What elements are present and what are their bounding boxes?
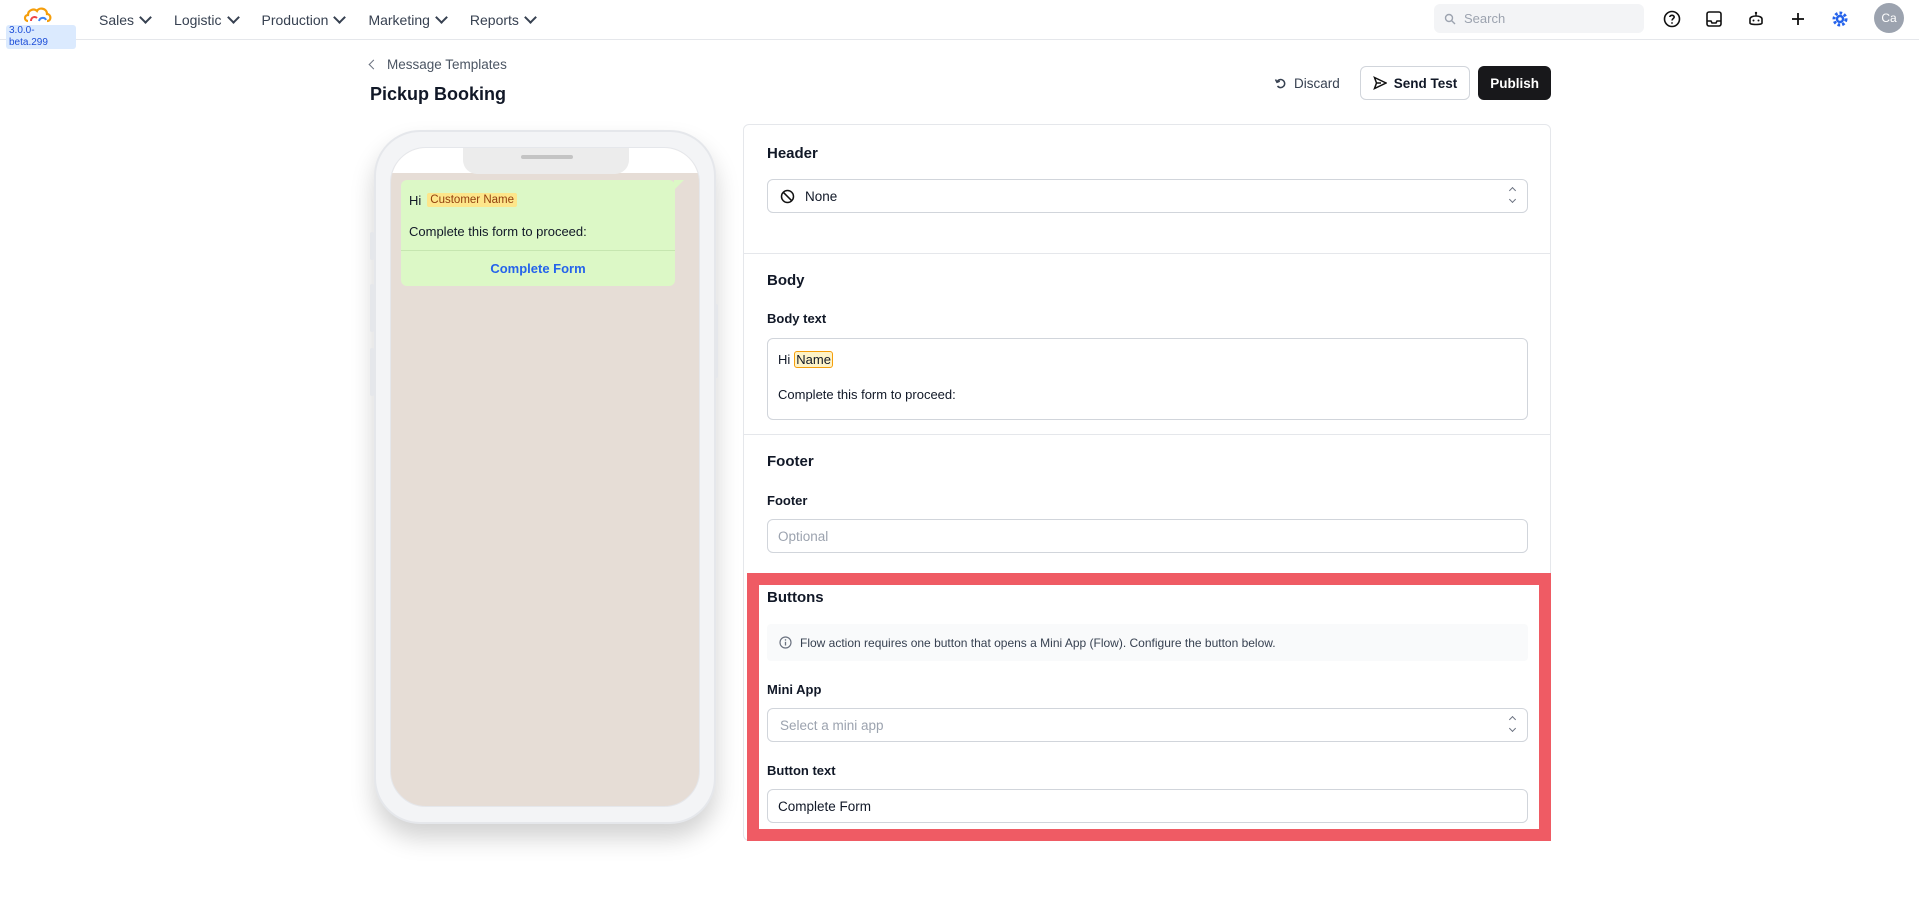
undo-icon bbox=[1274, 78, 1286, 88]
chevron-down-icon bbox=[333, 11, 347, 24]
nav-label: Logistic bbox=[174, 12, 222, 28]
version-badge: 3.0.0-beta.299 bbox=[6, 25, 76, 49]
body-text-label: Body text bbox=[767, 311, 827, 326]
search-placeholder: Search bbox=[1464, 11, 1506, 26]
nav-label: Reports bbox=[469, 12, 519, 28]
publish-button[interactable]: Publish bbox=[1478, 66, 1551, 100]
select-chevrons-icon bbox=[1508, 186, 1517, 204]
header-actions: Discard Send Test Publish bbox=[1262, 66, 1551, 100]
section-divider bbox=[744, 253, 1550, 254]
nav-logistic[interactable]: Logistic bbox=[162, 0, 249, 40]
mini-app-placeholder: Select a mini app bbox=[780, 717, 884, 733]
app-logo[interactable]: 3.0.0-beta.299 bbox=[0, 0, 76, 49]
phone-side-button bbox=[370, 232, 374, 260]
settings-icon[interactable] bbox=[1829, 8, 1851, 30]
discard-label: Discard bbox=[1293, 75, 1340, 91]
select-chevrons-icon bbox=[1508, 715, 1517, 733]
nav-sales[interactable]: Sales bbox=[88, 0, 162, 40]
preview-greeting: Hi bbox=[409, 192, 422, 208]
button-text-value: Complete Form bbox=[778, 798, 872, 814]
body-text-editor[interactable]: Hi Name Complete this form to proceed: bbox=[767, 338, 1528, 420]
footer-section-title: Footer bbox=[767, 453, 814, 470]
page-title: Pickup Booking bbox=[370, 84, 507, 104]
template-form-card: Header None Body Body text Hi Name Compl… bbox=[743, 124, 1551, 841]
preview-variable-chip: Customer Name bbox=[427, 193, 517, 207]
body-line: Complete this form to proceed: bbox=[778, 387, 956, 402]
buttons-section-title: Buttons bbox=[767, 589, 824, 606]
search-input[interactable]: Search bbox=[1434, 4, 1644, 33]
header-section-title: Header bbox=[767, 145, 818, 162]
phone-side-button bbox=[370, 284, 374, 332]
flow-info-text: Flow action requires one button that ope… bbox=[800, 635, 1276, 650]
chevron-down-icon bbox=[435, 11, 448, 24]
inbox-icon[interactable] bbox=[1703, 8, 1725, 30]
bot-icon[interactable] bbox=[1745, 8, 1767, 30]
mini-app-select[interactable]: Select a mini app bbox=[767, 708, 1528, 742]
section-divider bbox=[744, 434, 1550, 435]
nav-label: Production bbox=[261, 12, 329, 28]
nav-production[interactable]: Production bbox=[250, 0, 357, 40]
body-variable-chip[interactable]: Name bbox=[794, 350, 833, 368]
chevron-down-icon bbox=[139, 11, 152, 24]
preview-body-text: Complete this form to proceed: bbox=[409, 224, 587, 239]
phone-side-button bbox=[370, 348, 374, 396]
nav-marketing[interactable]: Marketing bbox=[356, 0, 457, 40]
send-test-label: Send Test bbox=[1393, 75, 1458, 91]
main-nav: Sales Logistic Production Marketing Repo… bbox=[88, 0, 547, 40]
button-text-input[interactable]: Complete Form bbox=[767, 789, 1528, 823]
body-greeting: Hi bbox=[778, 351, 791, 367]
body-section-title: Body bbox=[767, 272, 805, 289]
chevron-left-icon bbox=[368, 59, 379, 70]
nav-label: Marketing bbox=[368, 12, 430, 28]
mini-app-label: Mini App bbox=[767, 682, 822, 697]
footer-label: Footer bbox=[767, 493, 808, 508]
breadcrumb[interactable]: Message Templates bbox=[368, 57, 507, 72]
message-bubble: Hi Customer Name Complete this form to p… bbox=[401, 180, 684, 286]
footer-input[interactable]: Optional bbox=[767, 519, 1528, 553]
footer-placeholder: Optional bbox=[778, 528, 829, 544]
breadcrumb-label: Message Templates bbox=[387, 57, 507, 72]
top-navbar: 3.0.0-beta.299 Sales Logistic Production… bbox=[0, 0, 1919, 49]
nav-label: Sales bbox=[99, 12, 135, 28]
send-test-button[interactable]: Send Test bbox=[1359, 66, 1471, 100]
preview-complete-form-button[interactable]: Complete Form bbox=[401, 250, 675, 286]
send-icon bbox=[1372, 76, 1387, 90]
phone-preview: Hi Customer Name Complete this form to p… bbox=[370, 130, 718, 824]
header-type-select[interactable]: None bbox=[767, 179, 1528, 213]
cloud-logo-icon bbox=[23, 7, 52, 23]
header-type-value: None bbox=[805, 188, 838, 204]
button-text-label: Button text bbox=[767, 763, 836, 778]
help-icon[interactable] bbox=[1661, 8, 1683, 30]
avatar[interactable]: Ca bbox=[1874, 3, 1904, 33]
phone-side-button bbox=[714, 304, 718, 378]
search-icon bbox=[1444, 13, 1456, 24]
chevron-down-icon bbox=[226, 11, 240, 24]
chevron-down-icon bbox=[524, 11, 537, 24]
plus-icon[interactable] bbox=[1787, 8, 1809, 30]
flow-info-notice: Flow action requires one button that ope… bbox=[767, 624, 1528, 661]
info-icon bbox=[779, 636, 792, 649]
ban-icon bbox=[780, 189, 795, 203]
phone-notch bbox=[463, 148, 629, 174]
discard-button[interactable]: Discard bbox=[1262, 66, 1352, 100]
chat-screen: Hi Customer Name Complete this form to p… bbox=[390, 147, 700, 807]
nav-reports[interactable]: Reports bbox=[458, 0, 547, 40]
